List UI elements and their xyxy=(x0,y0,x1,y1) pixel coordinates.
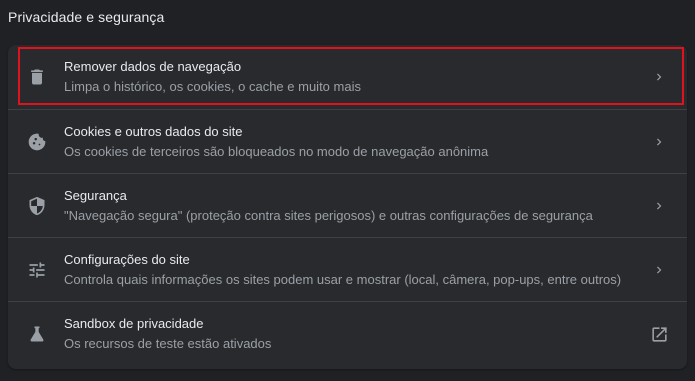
section-title: Privacidade e segurança xyxy=(8,9,165,25)
row-subtitle: Os recursos de teste estão ativados xyxy=(64,336,272,351)
row-subtitle: Os cookies de terceiros são bloqueados n… xyxy=(64,144,489,159)
row-subtitle: Controla quais informações os sites pode… xyxy=(64,272,622,287)
security-row[interactable]: Segurança "Navegação segura" (proteção c… xyxy=(8,173,687,237)
privacy-settings-card: Remover dados de navegação Limpa o histó… xyxy=(8,45,687,369)
open-in-new-icon[interactable] xyxy=(649,324,669,344)
row-subtitle: Limpa o histórico, os cookies, o cache e… xyxy=(64,79,361,94)
chevron-right-icon[interactable] xyxy=(649,132,669,152)
row-title: Remover dados de navegação xyxy=(64,59,242,74)
row-title: Cookies e outros dados do site xyxy=(64,124,243,139)
cookie-icon xyxy=(26,131,48,153)
trash-icon xyxy=(26,66,48,88)
cookies-row[interactable]: Cookies e outros dados do site Os cookie… xyxy=(8,109,687,173)
sliders-icon xyxy=(26,259,48,281)
clear-browsing-data-row[interactable]: Remover dados de navegação Limpa o histó… xyxy=(8,45,687,109)
chevron-right-icon[interactable] xyxy=(649,260,669,280)
row-title: Configurações do site xyxy=(64,252,190,267)
row-subtitle: "Navegação segura" (proteção contra site… xyxy=(64,208,593,223)
shield-icon xyxy=(26,195,48,217)
row-title: Sandbox de privacidade xyxy=(64,316,204,331)
flask-icon xyxy=(26,323,48,345)
chevron-right-icon[interactable] xyxy=(649,67,669,87)
privacy-sandbox-row[interactable]: Sandbox de privacidade Os recursos de te… xyxy=(8,301,687,365)
row-title: Segurança xyxy=(64,188,127,203)
chevron-right-icon[interactable] xyxy=(649,196,669,216)
site-settings-row[interactable]: Configurações do site Controla quais inf… xyxy=(8,237,687,301)
